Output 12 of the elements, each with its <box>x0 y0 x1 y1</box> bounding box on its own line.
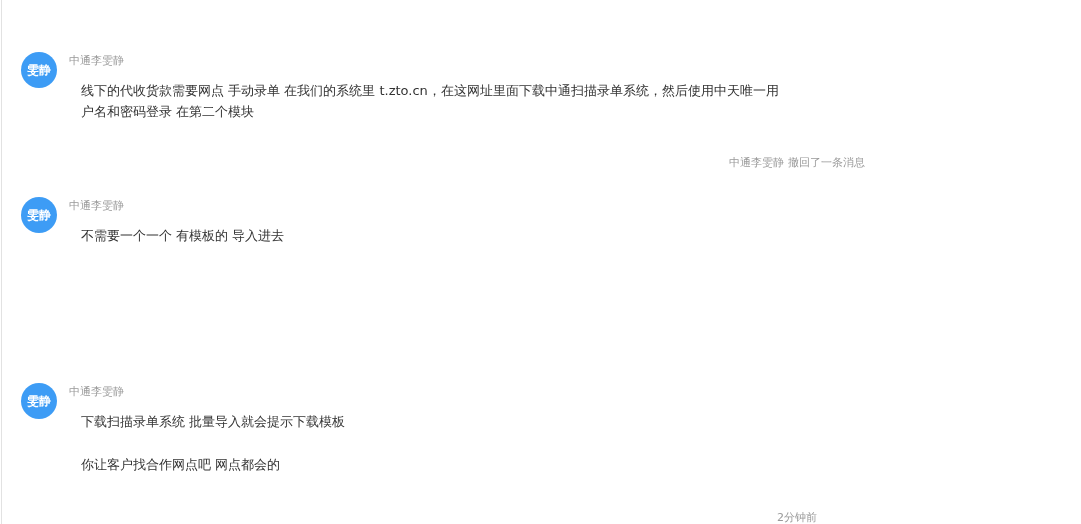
sender-name: 中通李雯静 <box>69 53 125 69</box>
message-text: 你让客户找合作网点吧 网点都会的 <box>80 456 282 474</box>
sender-name: 中通李雯静 <box>69 198 125 214</box>
message-text: 下载扫描录单系统 批量导入就会提示下载模板 <box>80 413 347 431</box>
message-text: 不需要一个一个 有模板的 导入进去 <box>80 227 286 245</box>
sender-name: 中通李雯静 <box>69 384 125 400</box>
recall-notice: 中通李雯静 撤回了一条消息 <box>729 155 865 171</box>
avatar[interactable]: 雯静 <box>21 52 57 88</box>
avatar[interactable]: 雯静 <box>21 197 57 233</box>
avatar[interactable]: 雯静 <box>21 383 57 419</box>
message-text: 线下的代收货款需要网点 手动录单 在我们的系统里 t.zto.cn，在这网址里面下载中通扫描录单系统，然后使用中天唯一用户名和密码登录 在第二个模块 <box>80 82 780 121</box>
timestamp: 2分钟前 <box>777 510 817 524</box>
